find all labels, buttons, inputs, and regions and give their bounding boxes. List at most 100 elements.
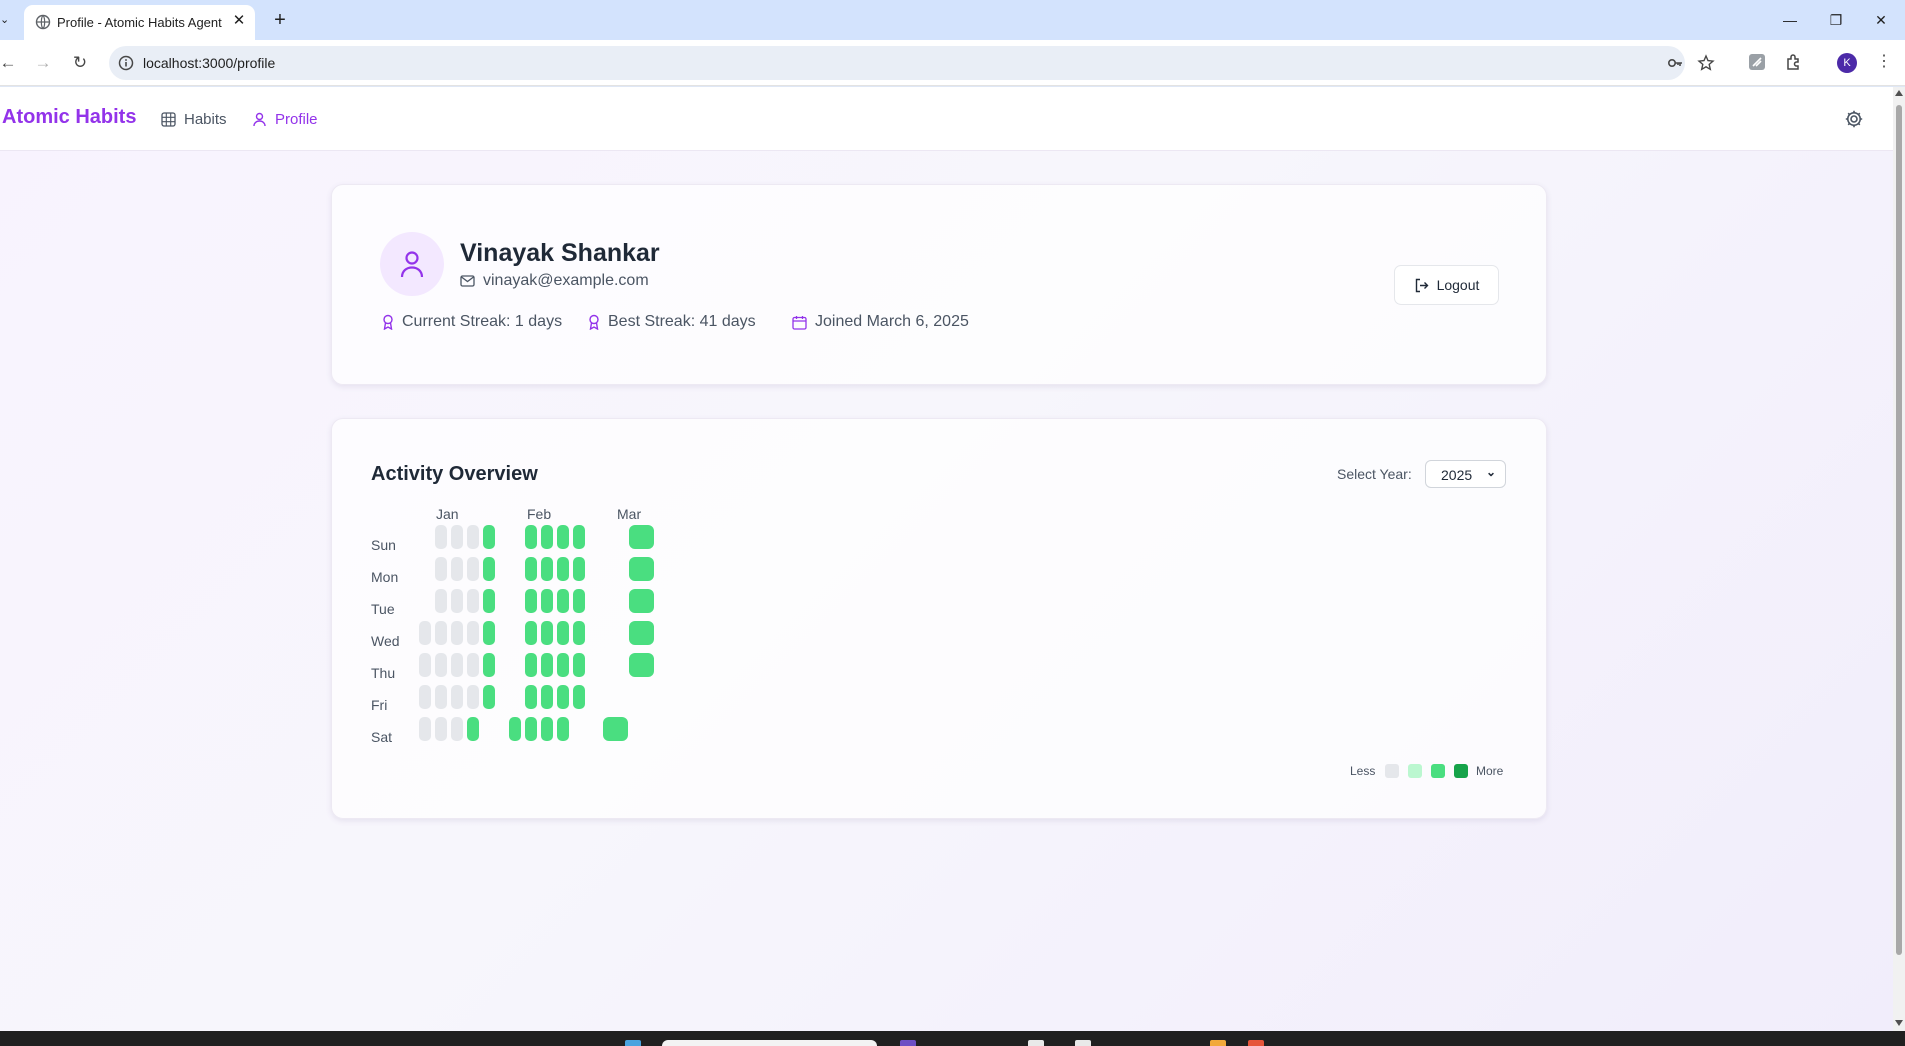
taskbar-search[interactable] — [662, 1040, 877, 1046]
logout-label: Logout — [1436, 277, 1480, 293]
forward-arrow-icon[interactable]: → — [31, 51, 55, 75]
close-window-icon[interactable]: ✕ — [1867, 8, 1895, 32]
day-label-thu: Thu — [371, 665, 396, 681]
nav-profile[interactable]: Profile — [252, 109, 318, 129]
heatmap-cell — [451, 557, 463, 581]
heatmap-cell — [467, 589, 479, 613]
heatmap-cell — [629, 525, 654, 549]
legend-more: More — [1476, 764, 1504, 778]
page-scrollbar[interactable] — [1893, 87, 1905, 1031]
gear-icon[interactable] — [1844, 109, 1864, 129]
heatmap-cell — [573, 589, 585, 613]
extension-app-icon[interactable] — [1747, 52, 1767, 72]
heatmap-cell — [483, 525, 495, 549]
heatmap-cell — [467, 621, 479, 645]
day-label-wed: Wed — [371, 633, 400, 649]
heatmap-cell — [419, 653, 431, 677]
logout-icon — [1415, 278, 1429, 292]
heatmap-cell — [483, 621, 495, 645]
nav-habits[interactable]: Habits — [161, 109, 227, 129]
heatmap-cell — [467, 557, 479, 581]
bookmark-star-icon[interactable] — [1697, 54, 1715, 72]
grid-icon — [161, 111, 176, 127]
heatmap-cell — [451, 525, 463, 549]
heatmap-cell — [483, 589, 495, 613]
taskbar-app-icon[interactable] — [1248, 1040, 1264, 1046]
heatmap-cell — [557, 685, 569, 709]
award-icon — [383, 314, 393, 330]
best-streak: Best Streak: 41 days — [588, 313, 756, 331]
heatmap-cell — [573, 621, 585, 645]
heatmap-cell — [467, 717, 479, 741]
password-key-icon[interactable] — [1666, 54, 1684, 72]
back-arrow-icon[interactable]: ← — [0, 51, 20, 75]
browser-menu-icon[interactable]: ⋮ — [1876, 50, 1892, 74]
heatmap-cell — [541, 621, 553, 645]
brand-logo[interactable]: Atomic Habits — [2, 106, 136, 129]
nav-habits-label: Habits — [184, 110, 227, 128]
scroll-down-arrow-icon[interactable] — [1895, 1020, 1903, 1026]
taskbar-app-icon[interactable] — [1210, 1040, 1226, 1046]
day-label-sat: Sat — [371, 729, 393, 745]
logout-button[interactable]: Logout — [1394, 265, 1499, 305]
address-bar[interactable]: localhost:3000/profile — [109, 46, 1715, 80]
day-label-mon: Mon — [371, 569, 399, 585]
minimize-icon[interactable]: — — [1776, 8, 1804, 32]
heatmap-cell — [525, 557, 537, 581]
heatmap-cell — [541, 525, 553, 549]
best-streak-text: Best Streak: 41 days — [608, 313, 756, 330]
restore-icon[interactable]: ❐ — [1822, 8, 1850, 32]
legend-swatch-1 — [1408, 764, 1422, 778]
browser-tab[interactable]: Profile - Atomic Habits Agent ✕ — [24, 5, 255, 40]
heatmap-cell — [451, 653, 463, 677]
nav-profile-label: Profile — [275, 110, 318, 128]
heatmap-cell — [435, 525, 447, 549]
heatmap-cell — [573, 685, 585, 709]
heatmap-cell — [541, 589, 553, 613]
close-tab-icon[interactable]: ✕ — [229, 11, 249, 31]
month-label-feb: Feb — [527, 506, 552, 522]
user-icon — [400, 251, 424, 278]
day-label-tue: Tue — [371, 601, 395, 617]
profile-card: Vinayak Shankar vinayak@example.com Curr… — [331, 184, 1547, 385]
avatar — [380, 232, 444, 296]
start-icon[interactable] — [625, 1040, 641, 1046]
heatmap-cell — [629, 589, 654, 613]
extensions-puzzle-icon[interactable] — [1784, 52, 1804, 72]
heatmap-cell — [467, 525, 479, 549]
browser-profile-avatar[interactable]: K — [1837, 53, 1857, 73]
heatmap-cell — [451, 589, 463, 613]
day-label-sun: Sun — [371, 537, 396, 553]
heatmap-cell — [557, 653, 569, 677]
taskbar-app-icon[interactable] — [900, 1040, 916, 1046]
year-select[interactable]: 2025 ⌄ — [1425, 460, 1506, 488]
heatmap-cell — [541, 717, 553, 741]
taskbar-app-icon[interactable] — [1075, 1040, 1091, 1046]
heatmap-cell — [419, 685, 431, 709]
tab-search-chevron-icon[interactable]: ⌄ — [0, 10, 14, 30]
taskbar-app-icon[interactable] — [1028, 1040, 1044, 1046]
heatmap-cell — [525, 717, 537, 741]
scroll-up-arrow-icon[interactable] — [1895, 90, 1903, 96]
new-tab-button[interactable]: + — [268, 8, 292, 32]
heatmap-cell — [629, 621, 654, 645]
legend-swatch-3 — [1454, 764, 1468, 778]
heatmap-cell — [435, 557, 447, 581]
browser-tab-bar: ⌄ Profile - Atomic Habits Agent ✕ + — ❐ … — [0, 0, 1905, 40]
heatmap-cell — [557, 589, 569, 613]
heatmap-cell — [525, 621, 537, 645]
scrollbar-thumb[interactable] — [1896, 105, 1902, 955]
reload-icon[interactable]: ↻ — [68, 51, 92, 75]
heatmap-cell — [435, 717, 447, 741]
heatmap-cell — [467, 653, 479, 677]
heatmap-cell — [467, 685, 479, 709]
joined-date-text: Joined March 6, 2025 — [815, 313, 969, 330]
browser-toolbar: ← → ↻ localhost:3000/profile K ⋮ — [0, 40, 1905, 86]
heatmap-cell — [603, 717, 628, 741]
site-info-icon[interactable] — [117, 54, 135, 72]
app-navbar: Atomic Habits Habits Profile — [0, 87, 1893, 151]
heatmap-cell — [629, 557, 654, 581]
month-label-jan: Jan — [436, 506, 459, 522]
heatmap-cell — [557, 621, 569, 645]
heatmap-cell — [451, 685, 463, 709]
